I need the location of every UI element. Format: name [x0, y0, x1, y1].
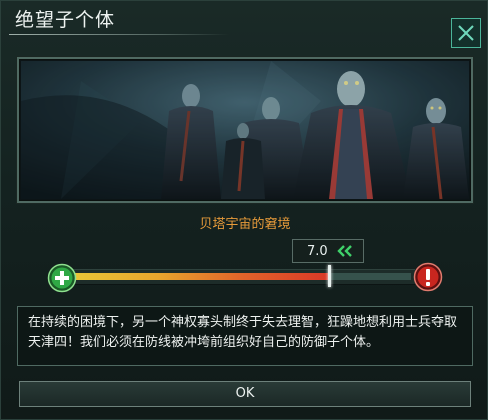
meter-marker: [328, 265, 332, 287]
dialog-title: 绝望子个体: [15, 9, 116, 31]
meter-bar: [71, 273, 411, 280]
plus-circle-icon: [47, 263, 77, 293]
image-caption: 贝塔宇宙的窘境: [199, 217, 291, 232]
ok-button[interactable]: OK: [19, 381, 471, 407]
double-chevron-left-icon: [337, 245, 353, 261]
event-image: [21, 61, 469, 199]
close-icon: [458, 25, 474, 41]
close-button[interactable]: [451, 18, 481, 48]
description-text: 在持续的困境下，另一个神权寡头制终于失去理智，狂躁地想利用士兵夺取天津四！我们必…: [28, 315, 458, 350]
meter-value: 7.0: [307, 244, 328, 259]
meter-fill: [71, 273, 330, 280]
event-image-frame: [17, 57, 473, 203]
meter-value-box: 7.0: [292, 239, 364, 263]
title-divider: [9, 34, 229, 35]
event-description: 在持续的困境下，另一个神权寡头制终于失去理智，狂躁地想利用士兵夺取天津四！我们必…: [17, 306, 473, 366]
warning-circle-icon: [413, 262, 443, 292]
event-dialog: 绝望子个体 贝塔宇宙的窘境 7.0 在持续的困境下，另一个神权寡头制终于失去理智…: [0, 0, 488, 420]
